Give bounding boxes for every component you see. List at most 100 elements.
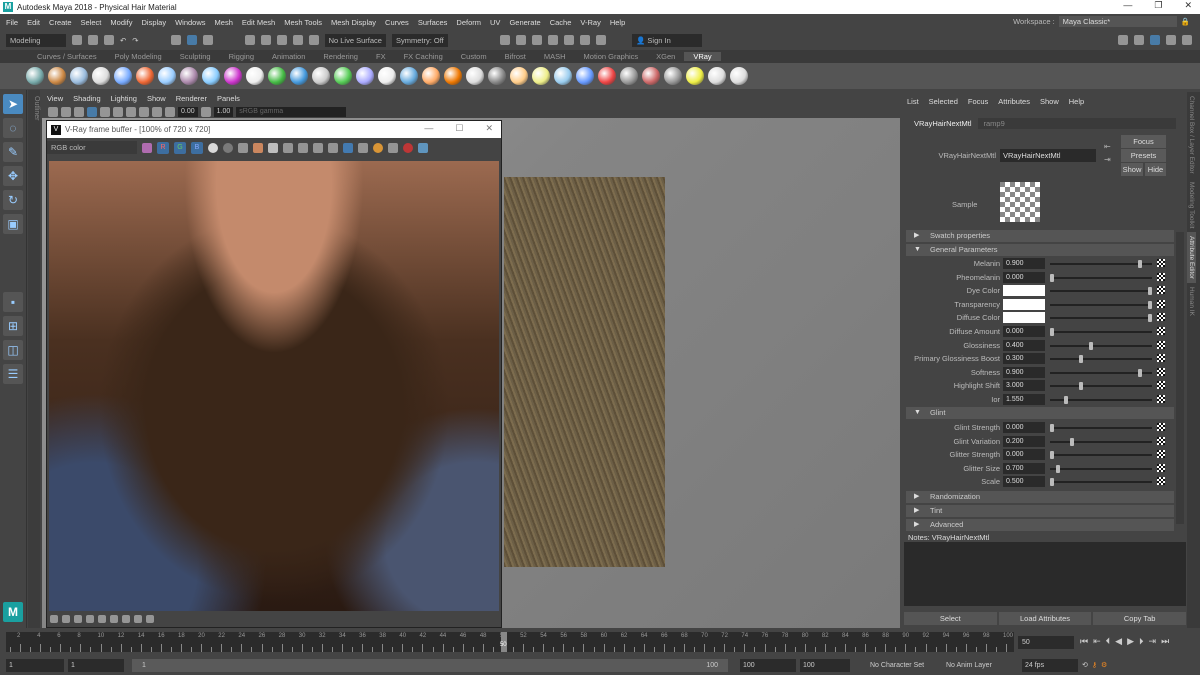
load-image-icon[interactable] (253, 142, 263, 153)
shelf-tool-icon[interactable] (576, 67, 594, 85)
menu-curves[interactable]: Curves (385, 18, 409, 27)
fps-dropdown[interactable]: 24 fps (1022, 658, 1078, 672)
attr-value-field[interactable]: 0.500 (1003, 476, 1045, 488)
slider-thumb[interactable] (1079, 382, 1084, 391)
modeling-toolkit-icon[interactable] (1118, 35, 1128, 45)
render-frame-icon[interactable] (499, 35, 510, 45)
map-texture-icon[interactable] (1157, 327, 1165, 335)
menu-mesh[interactable]: Mesh (215, 18, 233, 27)
shelf-tab-rigging[interactable]: Rigging (220, 52, 263, 61)
vfb-minimize-button[interactable]: — (424, 123, 433, 134)
track-mouse-icon[interactable] (313, 142, 323, 153)
four-view-layout-icon[interactable]: ⊞ (3, 316, 23, 336)
attr-value-field[interactable]: 3.000 (1003, 380, 1045, 392)
region-icon[interactable] (298, 142, 308, 153)
mono-icon[interactable] (223, 142, 233, 153)
mode-dropdown[interactable]: Modeling (6, 33, 66, 47)
attr-slider[interactable] (1050, 464, 1152, 473)
menu-deform[interactable]: Deform (456, 18, 481, 27)
start-frame-field[interactable]: 1 (6, 658, 64, 672)
snap-grid-icon[interactable] (244, 35, 255, 45)
open-scene-icon[interactable] (88, 35, 98, 45)
shelf-tool-icon[interactable] (400, 67, 418, 85)
map-texture-icon[interactable] (1157, 272, 1165, 281)
shelf-tab-vray[interactable]: VRay (684, 52, 721, 61)
isolate-icon[interactable] (139, 106, 149, 117)
character-set-dropdown[interactable]: No Character Set (854, 662, 934, 669)
ipr-render-icon[interactable] (531, 35, 542, 45)
color-swatch[interactable] (1003, 298, 1045, 310)
slider-thumb[interactable] (1050, 328, 1054, 336)
select-component-icon[interactable] (202, 35, 213, 45)
tool-settings-icon[interactable] (1166, 35, 1176, 45)
save-scene-icon[interactable] (104, 35, 114, 45)
shelf-tab-bifrost[interactable]: Bifrost (496, 52, 535, 61)
green-channel-button[interactable]: G (174, 141, 186, 154)
attr-value-field[interactable]: 0.000 (1003, 271, 1045, 283)
shelf-tab-custom[interactable]: Custom (452, 52, 496, 61)
viewport-menu-panels[interactable]: Panels (217, 94, 240, 103)
live-surface-field[interactable]: No Live Surface (324, 33, 386, 47)
snap-live-icon[interactable] (308, 35, 319, 45)
attr-value-field[interactable]: 0.000 (1003, 449, 1045, 461)
sign-in-button[interactable]: 👤 Sign In (631, 33, 702, 47)
shelf-tool-icon[interactable] (664, 67, 682, 85)
color-swatch[interactable] (1003, 285, 1045, 297)
channel-box-tab[interactable]: Channel Box / Layer Editor (1187, 92, 1196, 178)
balance-icon[interactable] (146, 615, 154, 623)
sidebar-icon[interactable] (74, 615, 82, 623)
slider-thumb[interactable] (1050, 273, 1054, 282)
menu-edit[interactable]: Edit (27, 18, 40, 27)
alpha-icon[interactable] (208, 142, 218, 153)
blue-channel-button[interactable]: B (191, 141, 203, 154)
camera-icon[interactable] (48, 106, 58, 117)
attribute-editor-icon[interactable] (1150, 35, 1160, 45)
human-ik-icon[interactable] (1134, 35, 1144, 45)
map-texture-icon[interactable] (1157, 354, 1165, 363)
attr-value-field[interactable]: 0.900 (1003, 366, 1045, 378)
save-image-icon[interactable] (238, 142, 248, 153)
loop-icon[interactable]: ⟲ (1082, 661, 1088, 669)
gamma-icon[interactable] (200, 106, 211, 117)
section-swatch[interactable]: ▶ Swatch properties (906, 230, 1174, 242)
vfb-maximize-button[interactable]: ☐ (455, 123, 463, 134)
info-icon[interactable] (62, 615, 70, 623)
attr-value-field[interactable]: 0.200 (1003, 435, 1045, 447)
slider-thumb[interactable] (1069, 437, 1074, 446)
red-channel-button[interactable]: R (157, 141, 169, 154)
select-hierarchy-icon[interactable] (170, 35, 181, 45)
presets-button[interactable]: Presets (1121, 149, 1166, 162)
shelf-tool-icon[interactable] (114, 67, 132, 85)
attr-slider[interactable] (1050, 341, 1152, 350)
play-backwards-icon[interactable]: ◀ (1115, 636, 1122, 647)
attr-slider[interactable] (1050, 368, 1152, 377)
slider-thumb[interactable] (1050, 451, 1054, 460)
menu-create[interactable]: Create (49, 18, 72, 27)
time-slider[interactable]: 2 4 6 8 10 12 14 16 18 20 22 24 26 28 30 32 34 36 38 40 42 44… (6, 632, 1014, 652)
attr-slider[interactable] (1050, 314, 1152, 323)
preferences-icon[interactable]: ⚙ (1101, 661, 1107, 669)
shelf-tool-icon[interactable] (620, 67, 638, 85)
lut-icon[interactable] (86, 615, 94, 623)
shelf-tool-icon[interactable] (180, 67, 198, 85)
menu-display[interactable]: Display (142, 18, 167, 27)
menu-modify[interactable]: Modify (110, 18, 132, 27)
close-button[interactable]: ✕ (1184, 0, 1192, 11)
ae-menu-attributes[interactable]: Attributes (998, 97, 1030, 106)
map-texture-icon[interactable] (1157, 463, 1165, 472)
undo-icon[interactable]: ↶ (120, 36, 126, 45)
menu-surfaces[interactable]: Surfaces (418, 18, 448, 27)
range-end-field[interactable]: 100 (740, 658, 796, 672)
symmetry-dropdown[interactable]: Symmetry: Off (391, 33, 448, 47)
map-texture-icon[interactable] (1157, 299, 1165, 308)
exposure-icon[interactable] (98, 615, 106, 623)
shadows-icon[interactable] (113, 106, 123, 117)
map-texture-icon[interactable] (1157, 381, 1165, 390)
lens-effects-icon[interactable] (358, 142, 368, 153)
shelf-tool-icon[interactable] (642, 67, 660, 85)
menu-mesh-display[interactable]: Mesh Display (331, 18, 376, 27)
scale-tool-icon[interactable]: ▣ (3, 214, 23, 234)
ae-menu-list[interactable]: List (907, 97, 919, 106)
attr-slider[interactable] (1050, 451, 1152, 460)
slider-thumb[interactable] (1055, 464, 1060, 473)
